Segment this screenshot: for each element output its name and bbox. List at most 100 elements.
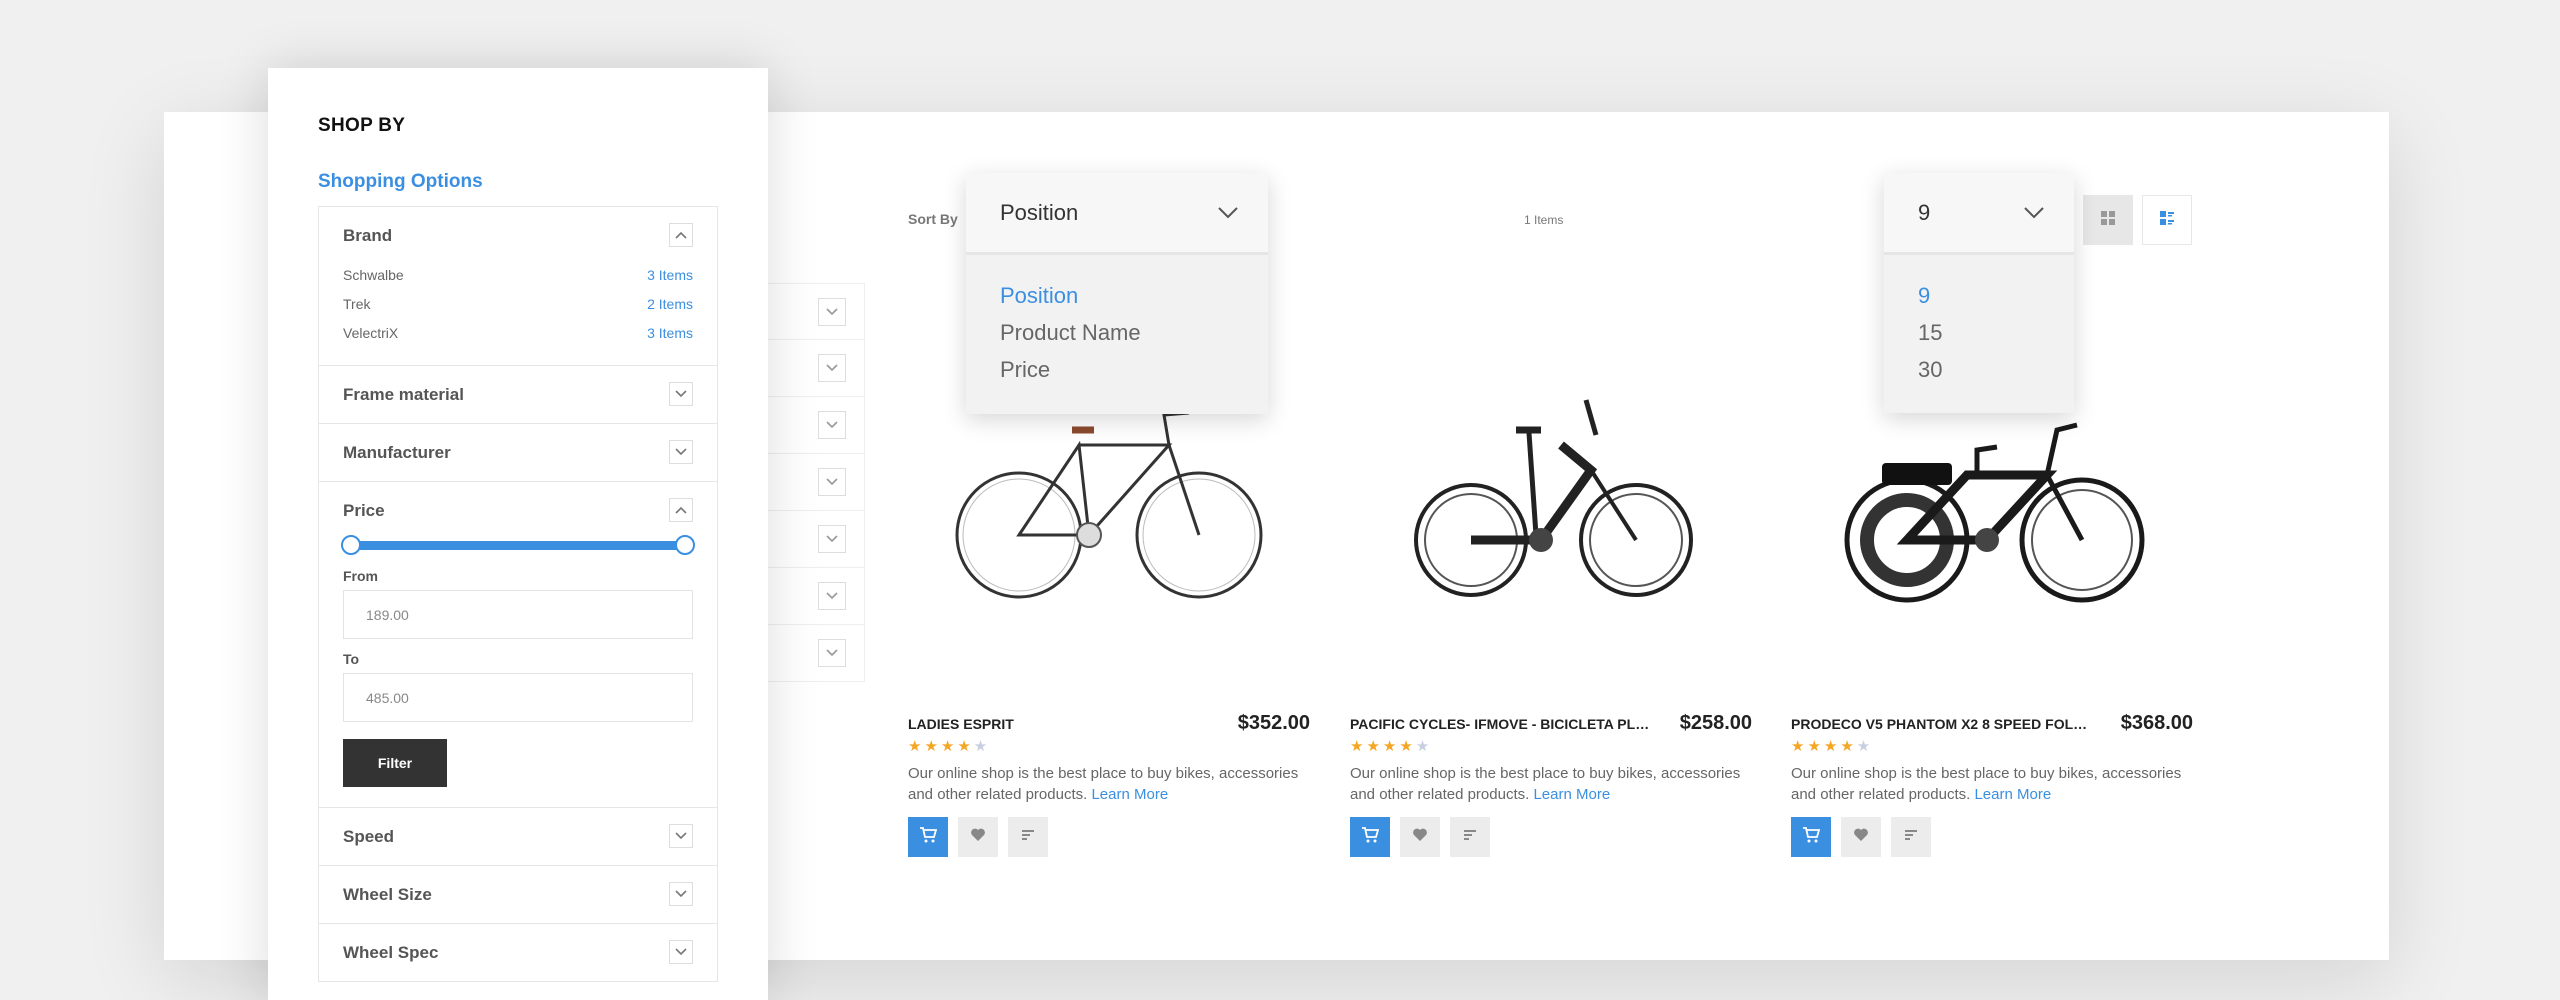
filter-title-manufacturer: Manufacturer (343, 442, 451, 462)
price-range-slider[interactable] (341, 534, 695, 556)
price-slider-max-handle[interactable] (675, 535, 695, 555)
filter-title-speed: Speed (343, 826, 395, 846)
star-icon: ★ (1415, 738, 1433, 755)
star-icon: ★★★★ (908, 738, 974, 755)
limit-option-30[interactable]: 30 (1884, 351, 2074, 388)
limit-option-9[interactable]: 9 (1884, 277, 2074, 314)
filter-title-frame-material: Frame material (343, 384, 464, 404)
limit-selected-value: 9 (1918, 199, 1931, 225)
star-icon: ★ (1856, 738, 1874, 755)
add-to-compare-button[interactable] (1891, 817, 1931, 857)
add-to-compare-button[interactable] (1450, 817, 1490, 857)
compare-icon (1020, 827, 1036, 848)
brand-option-trek[interactable]: Trek 2 Items (343, 289, 693, 318)
brand-name: VelectriX (343, 324, 399, 341)
product-description: Our online shop is the best place to buy… (1350, 763, 1752, 805)
learn-more-link[interactable]: Learn More (1974, 786, 2051, 803)
rating-stars: ★★★★★ (1791, 737, 2193, 755)
list-view-icon (2159, 210, 2175, 231)
filter-header-brand[interactable]: Brand (343, 207, 693, 264)
price-slider-min-handle[interactable] (341, 535, 361, 555)
learn-more-link[interactable]: Learn More (1091, 786, 1168, 803)
product-name[interactable]: LADIES ESPRIT (908, 716, 1014, 732)
brand-name: Trek (343, 295, 371, 312)
background-filter-row (765, 568, 865, 625)
sort-option-product-name[interactable]: Product Name (966, 314, 1268, 351)
star-icon: ★ (973, 738, 991, 755)
cart-icon (919, 826, 938, 849)
chevron-down-icon[interactable] (669, 824, 693, 848)
rating-stars: ★★★★★ (1350, 737, 1752, 755)
product-price: $352.00 (1237, 712, 1310, 734)
filter-header-wheel-size[interactable]: Wheel Size (343, 866, 693, 923)
product-description: Our online shop is the best place to buy… (908, 763, 1310, 805)
chevron-down-icon[interactable] (669, 882, 693, 906)
sort-dropdown[interactable]: Position Position Product Name Price (966, 173, 1268, 414)
chevron-down-icon (818, 468, 846, 496)
list-view-button[interactable] (2142, 195, 2192, 245)
brand-count: 3 Items (647, 324, 693, 341)
cart-icon (1361, 826, 1380, 849)
brand-option-schwalbe[interactable]: Schwalbe 3 Items (343, 260, 693, 289)
price-to-label: To (343, 651, 360, 667)
filter-title-wheel-size: Wheel Size (343, 884, 432, 904)
add-to-cart-button[interactable] (1791, 817, 1831, 857)
filter-section-wheel-size: Wheel Size (319, 866, 717, 924)
limit-dropdown-selected[interactable]: 9 (1884, 173, 2074, 255)
brand-count: 2 Items (647, 295, 693, 312)
add-to-wishlist-button[interactable] (1841, 817, 1881, 857)
limit-options-list: 9 15 30 (1884, 255, 2074, 388)
chevron-up-icon[interactable] (669, 223, 693, 247)
filter-accordion: Brand Schwalbe 3 Items Trek 2 Items Vele… (318, 206, 718, 982)
learn-more-link[interactable]: Learn More (1533, 786, 1610, 803)
heart-icon (1853, 827, 1869, 848)
sort-dropdown-selected[interactable]: Position (966, 173, 1268, 255)
brand-list: Schwalbe 3 Items Trek 2 Items VelectriX … (343, 260, 693, 365)
background-filter-column (765, 283, 865, 799)
compare-icon (1462, 827, 1478, 848)
filter-header-price[interactable]: Price (343, 482, 693, 539)
price-slider-track (343, 541, 693, 550)
sort-option-position[interactable]: Position (966, 277, 1268, 314)
price-from-label: From (343, 568, 378, 584)
grid-view-button[interactable] (2083, 195, 2133, 245)
add-to-compare-button[interactable] (1008, 817, 1048, 857)
filter-header-wheel-spec[interactable]: Wheel Spec (343, 924, 693, 981)
add-to-wishlist-button[interactable] (958, 817, 998, 857)
limit-dropdown[interactable]: 9 9 15 30 (1884, 173, 2074, 413)
filter-header-speed[interactable]: Speed (343, 808, 693, 865)
product-description: Our online shop is the best place to buy… (1791, 763, 2193, 805)
add-to-cart-button[interactable] (1350, 817, 1390, 857)
filter-section-manufacturer: Manufacturer (319, 424, 717, 482)
chevron-down-icon[interactable] (669, 440, 693, 464)
brand-count: 3 Items (647, 266, 693, 283)
product-image[interactable] (1350, 330, 1752, 660)
product-price: $258.00 (1679, 712, 1752, 734)
chevron-up-icon[interactable] (669, 498, 693, 522)
product-name[interactable]: PRODECO V5 PHANTOM X2 8 SPEED FOLDING (1791, 716, 2091, 732)
add-to-cart-button[interactable] (908, 817, 948, 857)
product-name[interactable]: PACIFIC CYCLES- IFMOVE - BICICLETA PLEGA… (1350, 716, 1650, 732)
filter-header-manufacturer[interactable]: Manufacturer (343, 424, 693, 481)
chevron-down-icon[interactable] (669, 382, 693, 406)
price-filter-button[interactable]: Filter (343, 739, 447, 787)
sort-option-price[interactable]: Price (966, 351, 1268, 388)
sort-by-label: Sort By (908, 211, 958, 227)
price-from-input[interactable]: 189.00 (343, 590, 693, 639)
filter-header-frame-material[interactable]: Frame material (343, 366, 693, 423)
filter-section-wheel-spec: Wheel Spec (319, 924, 717, 981)
bicycle-icon (1414, 399, 1693, 597)
background-filter-row (765, 625, 865, 682)
background-filter-row (765, 454, 865, 511)
chevron-down-icon (818, 639, 846, 667)
chevron-down-icon (2022, 201, 2046, 225)
chevron-down-icon (818, 411, 846, 439)
limit-option-15[interactable]: 15 (1884, 314, 2074, 351)
product-price: $368.00 (2120, 712, 2193, 734)
add-to-wishlist-button[interactable] (1400, 817, 1440, 857)
filter-title-price: Price (343, 500, 385, 520)
price-to-input[interactable]: 485.00 (343, 673, 693, 722)
brand-option-velectrix[interactable]: VelectriX 3 Items (343, 318, 693, 347)
chevron-down-icon[interactable] (669, 940, 693, 964)
sidebar-title: SHOP BY (318, 115, 406, 136)
